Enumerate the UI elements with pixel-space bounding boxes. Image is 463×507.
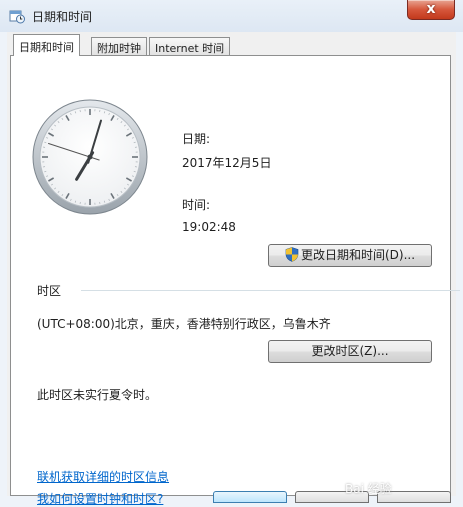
timezone-value: (UTC+08:00)北京，重庆，香港特别行政区，乌鲁木齐 (37, 315, 331, 332)
timezone-section-label: 时区 (37, 282, 61, 299)
change-date-time-label: 更改日期和时间(D)... (301, 248, 415, 262)
time-label: 时间: (182, 196, 210, 213)
section-divider (81, 290, 460, 291)
dst-note: 此时区未实行夏令时。 (37, 386, 157, 403)
uac-shield-icon (285, 247, 299, 262)
tab-panel: 日期: 2017年12月5日 时间: 19:02:48 更改日期和时间(D)..… (10, 55, 451, 496)
title-bar[interactable]: 日期和时间 x (0, 0, 463, 32)
watermark: Bai 经验 (345, 480, 392, 497)
change-timezone-button[interactable]: 更改时区(Z)... (268, 340, 432, 363)
close-button[interactable]: x (407, 0, 455, 20)
ok-button[interactable] (213, 491, 287, 503)
calendar-clock-icon (9, 8, 25, 24)
window-title: 日期和时间 (32, 8, 92, 25)
timezone-section-header: 时区 (37, 282, 437, 296)
tab-additional-clocks[interactable]: 附加时钟 (91, 37, 147, 55)
analog-clock (31, 98, 149, 216)
date-label: 日期: (182, 130, 210, 147)
close-icon: x (408, 1, 454, 17)
how-to-set-clock-link[interactable]: 我如何设置时钟和时区? (37, 490, 163, 507)
tab-date-time[interactable]: 日期和时间 (13, 34, 80, 56)
dialog-body: 日期和时间 附加时钟 Internet 时间 日期: 20 (7, 32, 456, 496)
online-timezone-info-link[interactable]: 联机获取详细的时区信息 (37, 468, 169, 485)
date-value: 2017年12月5日 (182, 154, 271, 171)
time-value: 19:02:48 (182, 220, 236, 234)
change-date-time-button[interactable]: 更改日期和时间(D)... (268, 244, 432, 267)
tab-internet-time[interactable]: Internet 时间 (149, 37, 230, 55)
